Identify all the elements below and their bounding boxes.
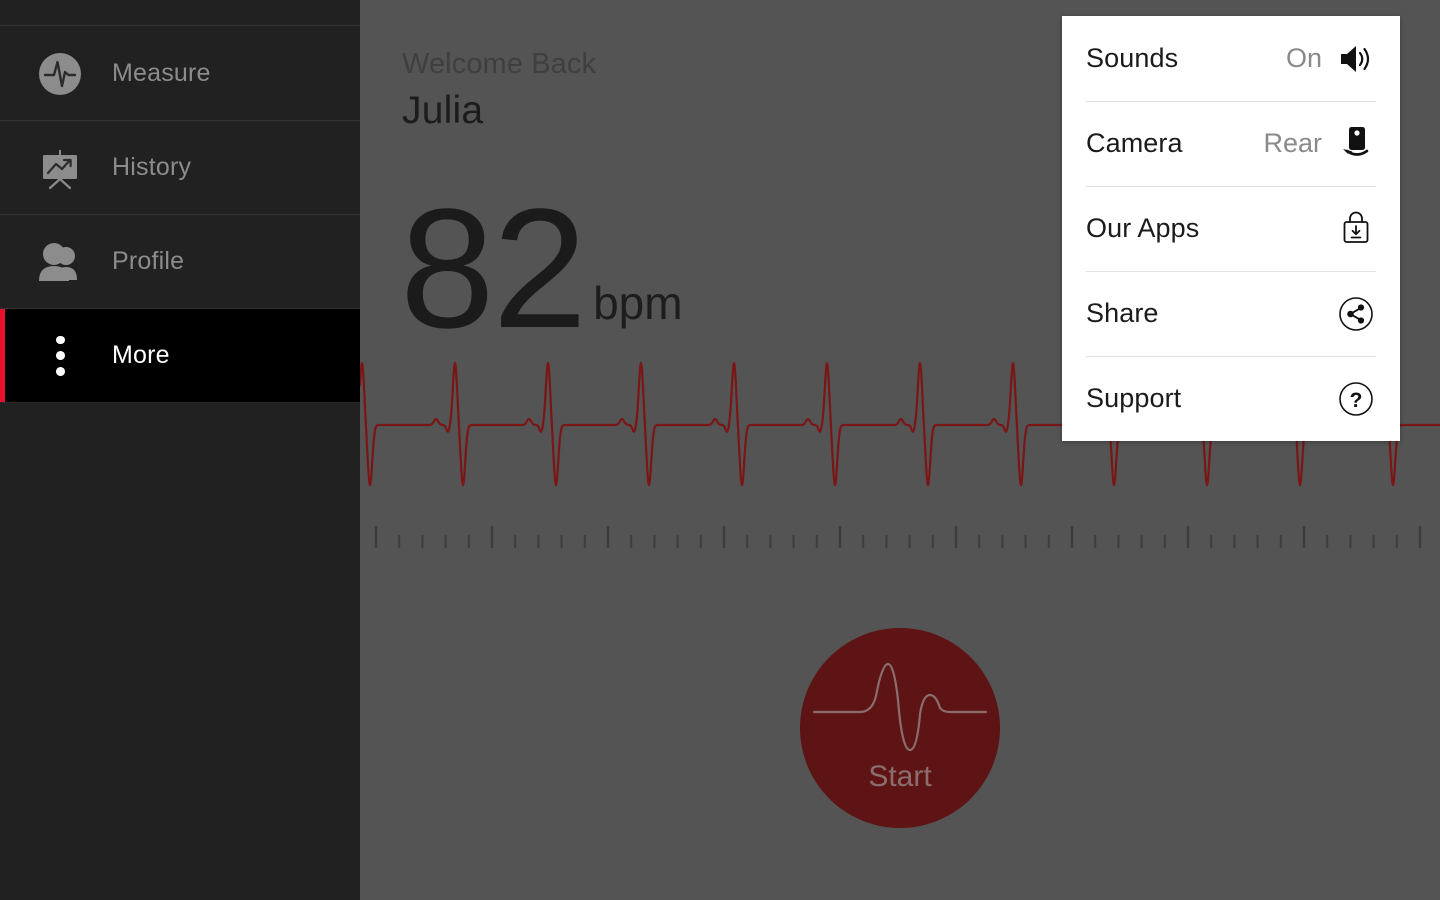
sidebar-item-profile[interactable]: Profile <box>0 215 360 309</box>
menu-item-share[interactable]: Share <box>1062 271 1400 356</box>
menu-item-right: On <box>1286 39 1376 79</box>
app-root: Welcome Back Julia 82 bpm Start Measure … <box>0 0 1440 900</box>
sidebar-item-label: Profile <box>112 247 185 275</box>
menu-item-value: On <box>1285 43 1322 73</box>
overflow-menu-panel: Sounds On Camera Rear Our Apps Share Sup… <box>1062 16 1400 441</box>
heartbeat-circle-icon <box>32 51 88 97</box>
menu-item-label: Our Apps <box>1086 213 1200 243</box>
bpm-readout: 82 bpm <box>400 174 683 364</box>
ecg-ruler <box>374 526 1422 548</box>
user-name: Julia <box>402 89 484 132</box>
bpm-value: 82 <box>400 174 587 364</box>
sidebar-item-more[interactable]: More <box>0 309 360 403</box>
menu-item-right: ? <box>1322 379 1376 419</box>
greeting-text: Welcome Back <box>402 48 597 80</box>
sidebar-item-history[interactable]: History <box>0 121 360 215</box>
overflow-dots-icon <box>32 335 88 376</box>
people-icon <box>32 239 88 285</box>
camera-flip-icon[interactable] <box>1336 124 1376 164</box>
sidebar-item-measure[interactable]: Measure <box>0 27 360 121</box>
sidebar-nav-list: Measure History Profile More <box>0 27 360 403</box>
speaker-on-icon[interactable] <box>1336 39 1376 79</box>
menu-item-sounds[interactable]: Sounds On <box>1062 16 1400 101</box>
active-accent-bar <box>0 309 5 402</box>
share-icon[interactable] <box>1336 294 1376 334</box>
bpm-unit: bpm <box>593 277 683 330</box>
question-mark-icon[interactable]: ? <box>1336 379 1376 419</box>
menu-item-support[interactable]: Support ? <box>1062 356 1400 441</box>
menu-item-label: Support <box>1086 383 1182 413</box>
sidebar: Measure History Profile More <box>0 0 360 900</box>
start-measure-button[interactable]: Start <box>800 628 1000 828</box>
menu-item-label: Camera <box>1086 128 1183 158</box>
sidebar-item-label: Measure <box>112 59 211 87</box>
greeting-block: Welcome Back Julia <box>402 48 597 132</box>
pulse-wave-icon <box>812 662 988 752</box>
menu-item-value: Rear <box>1263 128 1322 158</box>
menu-item-camera[interactable]: Camera Rear <box>1062 101 1400 186</box>
sidebar-item-label: History <box>112 153 192 181</box>
menu-item-right: Rear <box>1263 124 1376 164</box>
menu-item-right <box>1322 209 1376 249</box>
sidebar-header <box>0 0 360 26</box>
menu-item-label: Sounds <box>1086 43 1179 73</box>
menu-item-our-apps[interactable]: Our Apps <box>1062 186 1400 271</box>
sidebar-item-label: More <box>112 341 170 369</box>
menu-item-label: Share <box>1086 298 1159 328</box>
start-button-label: Start <box>868 760 932 793</box>
menu-item-right <box>1322 294 1376 334</box>
chart-easel-icon <box>32 145 88 191</box>
app-bag-download-icon[interactable] <box>1336 209 1376 249</box>
svg-text:?: ? <box>1350 389 1363 412</box>
